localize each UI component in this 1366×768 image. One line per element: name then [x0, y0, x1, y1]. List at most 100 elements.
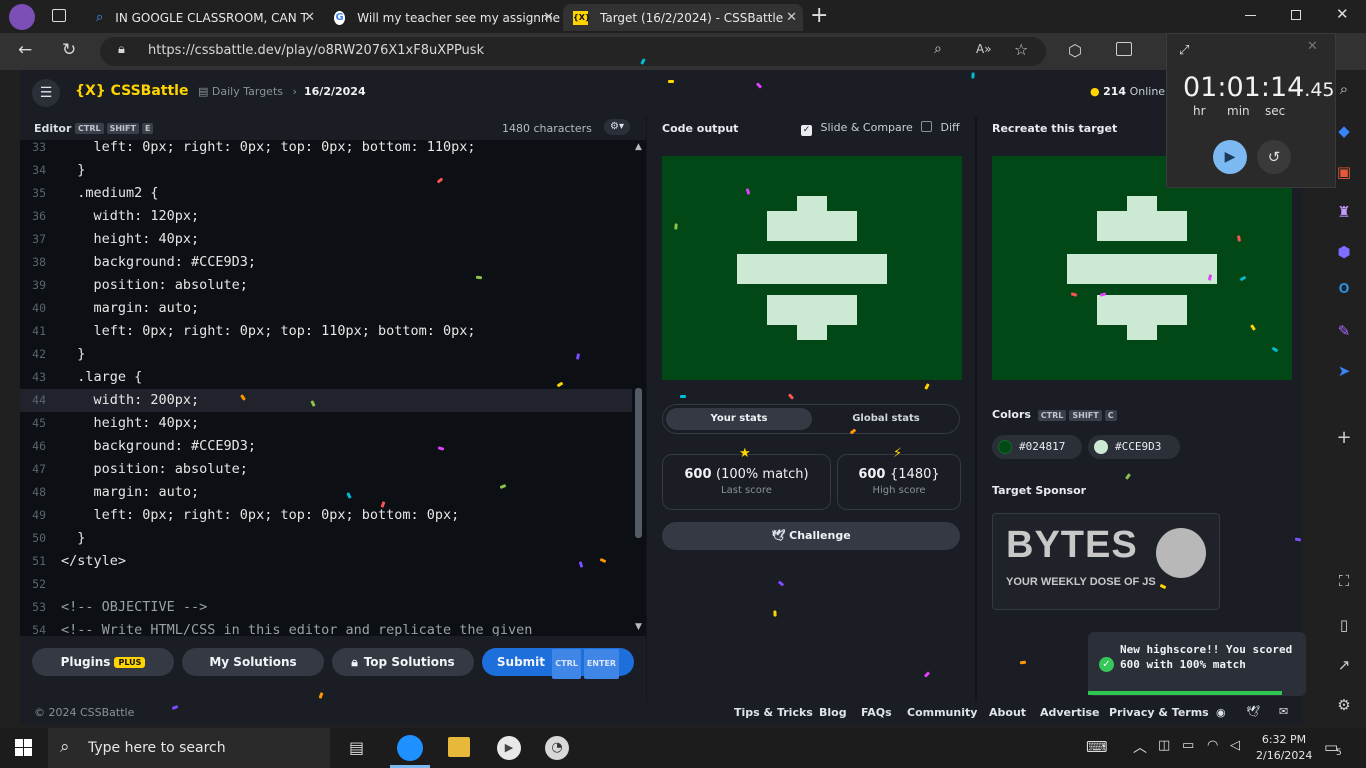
code-line[interactable]: 34 }: [20, 159, 632, 182]
send-icon[interactable]: ➤: [1334, 362, 1354, 382]
close-icon[interactable]: ✕: [786, 10, 797, 25]
back-arrow-icon[interactable]: ←: [18, 40, 32, 60]
target-canvas[interactable]: [992, 156, 1292, 380]
windows-start-icon[interactable]: [15, 739, 32, 756]
slide-compare-toggle[interactable]: ✓ Slide & Compare: [801, 121, 913, 136]
split-screen-icon[interactable]: [1116, 42, 1132, 56]
code-line[interactable]: 46 background: #CCE9D3;: [20, 435, 632, 458]
color-chip-green[interactable]: #024817: [992, 435, 1082, 459]
code-line[interactable]: 37 height: 40px;: [20, 228, 632, 251]
new-tab-button[interactable]: +: [810, 3, 828, 28]
code-line[interactable]: 48 margin: auto;: [20, 481, 632, 504]
wifi-icon[interactable]: ◠: [1207, 738, 1218, 753]
menu-button[interactable]: ☰: [32, 79, 60, 107]
code-line[interactable]: 42 }: [20, 343, 632, 366]
minimize-icon[interactable]: [1245, 15, 1256, 16]
code-line[interactable]: 41 left: 0px; right: 0px; top: 110px; bo…: [20, 320, 632, 343]
expand-icon[interactable]: ⤢: [1179, 43, 1189, 58]
code-line[interactable]: 52: [20, 573, 632, 596]
sponsor-card[interactable]: BYTES YOUR WEEKLY DOSE OF JS: [992, 513, 1220, 610]
diff-toggle[interactable]: Diff: [921, 121, 960, 134]
output-canvas[interactable]: [662, 156, 962, 380]
code-line[interactable]: 50 }: [20, 527, 632, 550]
window-close-icon[interactable]: ✕: [1336, 5, 1349, 23]
task-view-icon[interactable]: ▤: [349, 738, 364, 757]
code-line[interactable]: 43 .large {: [20, 366, 632, 389]
code-line[interactable]: 40 margin: auto;: [20, 297, 632, 320]
submit-button[interactable]: Submit CTRL ENTER: [482, 648, 634, 679]
system-clock[interactable]: 6:32 PM 2/16/2024: [1256, 732, 1312, 764]
add-icon[interactable]: +: [1334, 427, 1354, 448]
discord-icon[interactable]: ◉: [1216, 706, 1226, 719]
code-line[interactable]: 54 <!-- Write HTML/CSS in this editor and…: [20, 619, 632, 636]
top-solutions-button[interactable]: 🔒︎ Top Solutions: [332, 648, 474, 676]
code-line[interactable]: 49 left: 0px; right: 0px; top: 0px; bott…: [20, 504, 632, 527]
open-external-icon[interactable]: ↗: [1334, 656, 1354, 676]
media-player-icon[interactable]: ▶: [497, 736, 521, 760]
code-line[interactable]: 39 position: absolute;: [20, 274, 632, 297]
url-field[interactable]: 🔒︎ https://cssbattle.dev/play/o8RW2076X1…: [100, 37, 1046, 66]
chess-icon[interactable]: ♜: [1334, 203, 1354, 223]
code-area[interactable]: 33 left: 0px; right: 0px; top: 0px; bott…: [20, 140, 632, 636]
breadcrumb-daily-targets[interactable]: ▤ Daily Targets ›: [198, 85, 297, 98]
footer-link-advertise[interactable]: Advertise: [1040, 706, 1099, 719]
chevron-up-icon[interactable]: ︿: [1133, 737, 1147, 757]
footer-link-tips[interactable]: Tips & Tricks: [734, 706, 813, 719]
scroll-thumb[interactable]: [635, 388, 642, 538]
checkbox-checked-icon[interactable]: ✓: [801, 125, 812, 136]
edge-icon[interactable]: [397, 735, 423, 761]
footer-link-about[interactable]: About: [989, 706, 1026, 719]
code-line[interactable]: 36 width: 120px;: [20, 205, 632, 228]
code-line[interactable]: 44 width: 200px;: [20, 389, 632, 412]
code-line[interactable]: 38 background: #CCE9D3;: [20, 251, 632, 274]
read-aloud-icon[interactable]: A»: [976, 42, 992, 56]
search-icon[interactable]: ⌕: [1334, 80, 1354, 100]
email-icon[interactable]: ✉: [1279, 705, 1288, 718]
my-solutions-button[interactable]: My Solutions: [182, 648, 324, 676]
close-icon[interactable]: ✕: [304, 10, 315, 25]
screenshot-icon[interactable]: ⛶: [1334, 572, 1354, 592]
twitter-icon[interactable]: 🕊︎: [1246, 705, 1260, 718]
close-icon[interactable]: ✕: [1307, 39, 1318, 54]
restore-icon[interactable]: [1291, 10, 1301, 20]
footer-link-blog[interactable]: Blog: [819, 706, 847, 719]
clock-app-icon[interactable]: ◔: [545, 736, 569, 760]
footer-link-privacy[interactable]: Privacy & Terms: [1109, 706, 1209, 719]
scroll-down-icon[interactable]: ▼: [635, 622, 642, 632]
settings-gear-icon[interactable]: ⚙: [1334, 696, 1354, 716]
briefcase-icon[interactable]: ▣: [1334, 163, 1354, 183]
reset-button[interactable]: ↺: [1257, 140, 1291, 174]
keyboard-icon[interactable]: ⌨: [1086, 738, 1108, 756]
taskbar-search-box[interactable]: ⌕ Type here to search: [48, 728, 330, 768]
favorite-star-icon[interactable]: ☆: [1014, 40, 1028, 59]
code-line[interactable]: 53 <!-- OBJECTIVE -->: [20, 596, 632, 619]
sidebar-toggle-icon[interactable]: ▯: [1334, 616, 1354, 636]
editor-scrollbar[interactable]: ▲ ▼: [632, 140, 646, 636]
outlook-icon[interactable]: O: [1334, 282, 1354, 302]
play-button[interactable]: ▶: [1213, 140, 1247, 174]
battery-icon[interactable]: ▭: [1182, 738, 1194, 753]
editor-settings-gear-icon[interactable]: ⚙▾: [604, 119, 630, 135]
file-explorer-icon[interactable]: [448, 737, 470, 757]
tab-1[interactable]: ⌕ IN GOOGLE CLASSROOM, CAN T ✕: [86, 4, 321, 31]
footer-link-community[interactable]: Community: [907, 706, 977, 719]
challenge-button[interactable]: 🕊︎ Challenge: [662, 522, 960, 550]
tag-icon[interactable]: ◆: [1334, 122, 1354, 142]
volume-icon[interactable]: ◁: [1230, 738, 1240, 753]
zoom-icon[interactable]: ⌕: [934, 41, 942, 57]
scroll-up-icon[interactable]: ▲: [635, 142, 642, 152]
extensions-icon[interactable]: ⬡: [1068, 41, 1082, 60]
code-line[interactable]: 51 </style>: [20, 550, 632, 573]
designer-icon[interactable]: ✎: [1334, 322, 1354, 342]
tab-3-active[interactable]: {X} Target (16/2/2024) - CSSBattle ✕: [563, 4, 803, 31]
color-chip-mint[interactable]: #CCE9D3: [1088, 435, 1180, 459]
code-line[interactable]: 33 left: 0px; right: 0px; top: 0px; bott…: [20, 140, 632, 159]
code-line[interactable]: 45 height: 40px;: [20, 412, 632, 435]
tab-2[interactable]: G Will my teacher see my assignme ✕: [324, 4, 560, 31]
refresh-icon[interactable]: ↻: [62, 40, 76, 60]
copilot-icon[interactable]: ⬢: [1334, 243, 1354, 263]
footer-link-faqs[interactable]: FAQs: [861, 706, 892, 719]
close-icon[interactable]: ✕: [543, 10, 554, 25]
tab-global-stats[interactable]: Global stats: [813, 408, 959, 430]
tab-actions-icon[interactable]: [52, 9, 66, 22]
